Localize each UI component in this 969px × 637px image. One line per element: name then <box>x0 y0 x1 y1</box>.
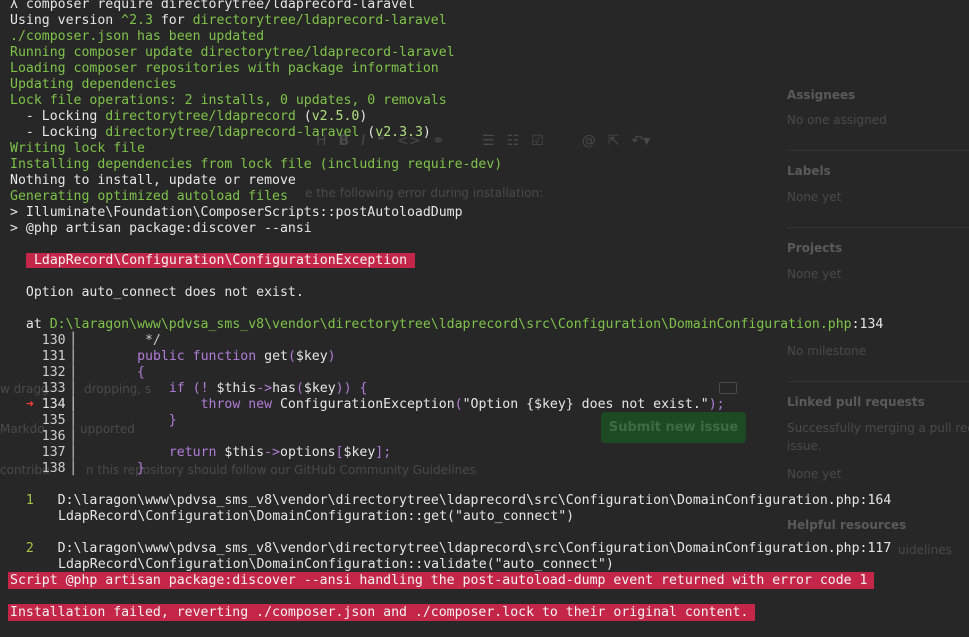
submit-issue-button[interactable]: Submit new issue <box>601 412 746 443</box>
code-line: 137▕ return $this->options[$key]; <box>10 445 392 460</box>
editor-hint: e the following error during installatio… <box>305 186 544 200</box>
trace-frame-1: 1 D:\laragon\www\pdvsa_sms_v8\vendor\dir… <box>10 493 892 508</box>
mention-icon[interactable]: @ <box>582 133 596 149</box>
divider <box>787 381 969 382</box>
reply-icon[interactable]: ↶▾ <box>632 133 651 149</box>
guidelines-link[interactable]: uidelines <box>898 543 952 557</box>
code-line: 131▕ public function get($key) <box>10 349 336 364</box>
code-line: 135▕ } <box>10 413 177 428</box>
projects-title: Projects <box>787 241 843 255</box>
assignees-title: Assignees <box>787 88 856 102</box>
divider <box>787 150 969 151</box>
trace-frame-2: 2 D:\laragon\www\pdvsa_sms_v8\vendor\dir… <box>10 541 892 556</box>
output-line: Nothing to install, update or remove <box>10 173 296 188</box>
list-icon[interactable]: ☰ <box>482 133 495 149</box>
output-line: Installing dependencies from lock file (… <box>10 157 503 172</box>
command-line: λ composer require directorytree/ldaprec… <box>10 0 415 12</box>
output-line: Generating optimized autoload files <box>10 189 288 204</box>
tasklist-icon[interactable]: ☑ <box>531 133 544 149</box>
script-error-line: Script @php artisan package:discover --a… <box>10 573 868 588</box>
output-line: ./composer.json has been updated <box>10 29 265 44</box>
projects-value: None yet <box>787 267 842 281</box>
trace-frame-1-call: LdapRecord\Configuration\DomainConfigura… <box>58 509 575 524</box>
output-line: Loading composer repositories with packa… <box>10 61 439 76</box>
code-line: 133▕ if (! $this->has($key)) { <box>10 381 368 396</box>
linked-prs-title: Linked pull requests <box>787 395 925 409</box>
code-line: 136▕ <box>10 429 74 444</box>
output-line: Writing lock file <box>10 141 145 156</box>
assignees-value: No one assigned <box>787 113 887 127</box>
output-line: Running composer update directorytree/ld… <box>10 45 455 60</box>
labels-value: None yet <box>787 190 842 204</box>
output-line: Updating dependencies <box>10 77 177 92</box>
exception-badge: LdapRecord\Configuration\ConfigurationEx… <box>26 253 416 268</box>
code-line: 138▕ } <box>10 461 145 476</box>
exception-location: at D:\laragon\www\pdvsa_sms_v8\vendor\di… <box>10 317 884 332</box>
code-line: 132▕ { <box>10 365 145 380</box>
install-failed-line: Installation failed, reverting ./compose… <box>10 605 749 620</box>
code-line-highlighted: ➜ 134▕ throw new ConfigurationException(… <box>10 397 725 412</box>
linked-prs-text: Successfully merging a pull reques <box>787 421 969 435</box>
using-version-line: Using version ^2.3 for directorytree/lda… <box>10 13 447 28</box>
linked-prs-text-2: issue. <box>787 439 822 453</box>
exception-message: Option auto_connect does not exist. <box>10 285 304 300</box>
ordered-list-icon[interactable]: ☷ <box>507 133 520 149</box>
helpful-resources-title: Helpful resources <box>787 518 907 532</box>
markdown-icon <box>719 382 737 394</box>
reference-icon[interactable]: ⇱ <box>608 133 620 149</box>
milestone-value: No milestone <box>787 344 867 358</box>
labels-title: Labels <box>787 164 831 178</box>
link-icon[interactable]: ⚭ <box>432 133 444 149</box>
code-line: 130▕ */ <box>10 333 161 348</box>
linked-prs-none: None yet <box>787 467 842 481</box>
output-line: > @php artisan package:discover --ansi <box>10 221 312 236</box>
output-line: Lock file operations: 2 installs, 0 upda… <box>10 93 447 108</box>
trace-frame-2-call: LdapRecord\Configuration\DomainConfigura… <box>58 557 614 572</box>
locking-line: - Locking directorytree/ldaprecord-larav… <box>10 125 431 140</box>
divider <box>787 227 969 228</box>
locking-line: - Locking directorytree/ldaprecord (v2.5… <box>10 109 368 124</box>
output-line: > Illuminate\Foundation\ComposerScripts:… <box>10 205 463 220</box>
